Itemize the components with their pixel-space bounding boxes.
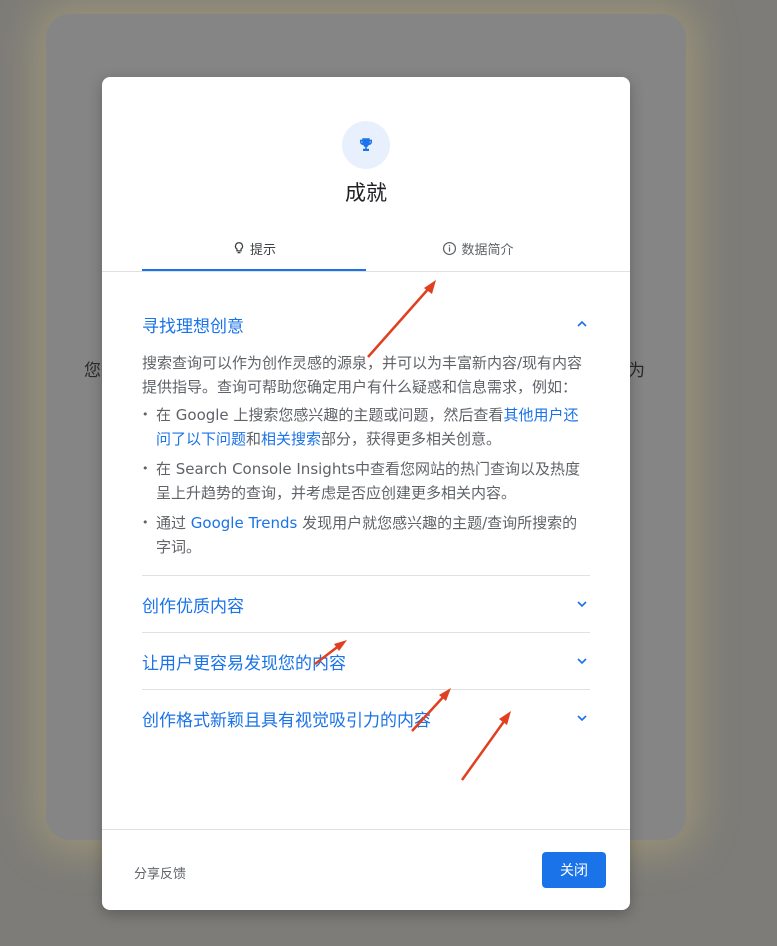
section-header-find-ideas[interactable]: 寻找理想创意 — [142, 305, 590, 343]
info-icon — [443, 241, 457, 255]
text: 和 — [246, 430, 262, 448]
section-title: 让用户更容易发现您的内容 — [142, 653, 346, 674]
section-create-quality[interactable]: 创作优质内容 — [142, 576, 590, 633]
lightbulb-icon — [234, 242, 244, 254]
chevron-down-icon — [577, 715, 587, 722]
google-trends-link[interactable]: Google Trends — [191, 514, 298, 532]
tips-content: 寻找理想创意 搜索查询可以作为创作灵感的源泉，并可以为丰富新内容/现有内容提供指… — [142, 305, 590, 746]
section-body: 搜索查询可以作为创作灵感的源泉，并可以为丰富新内容/现有内容提供指导。查询可帮助… — [142, 351, 590, 559]
tab-bar: 提示 数据简介 — [102, 227, 630, 272]
chevron-down-icon — [577, 658, 587, 665]
list-item: 在 Google 上搜索您感兴趣的主题或问题，然后查看其他用户还问了以下问题和相… — [142, 403, 590, 451]
tab-data-overview[interactable]: 数据简介 — [366, 227, 590, 269]
close-button[interactable]: 关闭 — [542, 852, 606, 888]
background-text-left: 您 — [84, 361, 101, 381]
section-intro: 搜索查询可以作为创作灵感的源泉，并可以为丰富新内容/现有内容提供指导。查询可帮助… — [142, 354, 583, 396]
related-searches-link[interactable]: 相关搜索 — [261, 430, 321, 448]
tab-tips-label: 提示 — [249, 242, 276, 258]
tips-list: 在 Google 上搜索您感兴趣的主题或问题，然后查看其他用户还问了以下问题和相… — [142, 403, 590, 559]
text: 通过 — [156, 514, 191, 532]
achievements-dialog: 成就 提示 数据简介 寻找理想创意 搜索查询可以作为创作灵感的源泉，并可以为丰富… — [102, 77, 630, 910]
section-discoverable[interactable]: 让用户更容易发现您的内容 — [142, 633, 590, 690]
section-header-discoverable[interactable]: 让用户更容易发现您的内容 — [142, 642, 590, 680]
dialog-title: 成就 — [345, 181, 387, 205]
tab-tips[interactable]: 提示 — [142, 227, 366, 271]
section-visual-content[interactable]: 创作格式新颖且具有视觉吸引力的内容 — [142, 690, 590, 746]
trophy-icon — [360, 138, 372, 151]
text: 在 Google 上搜索您感兴趣的主题或问题，然后查看 — [156, 406, 504, 424]
section-title: 寻找理想创意 — [142, 316, 244, 337]
share-feedback-link[interactable]: 分享反馈 — [134, 863, 186, 882]
background-text-right: 为 — [628, 361, 645, 381]
list-item: 在 Search Console Insights中查看您网站的热门查询以及热度… — [142, 457, 590, 505]
chevron-up-icon — [577, 320, 587, 327]
section-find-ideas: 寻找理想创意 搜索查询可以作为创作灵感的源泉，并可以为丰富新内容/现有内容提供指… — [142, 305, 590, 576]
list-item: 通过 Google Trends 发现用户就您感兴趣的主题/查询所搜索的字词。 — [142, 511, 590, 559]
section-header-create-quality[interactable]: 创作优质内容 — [142, 585, 590, 623]
trophy-badge — [342, 121, 390, 169]
chevron-down-icon — [577, 601, 587, 608]
text: 部分，获得更多相关创意。 — [321, 430, 502, 448]
section-title: 创作格式新颖且具有视觉吸引力的内容 — [142, 710, 431, 731]
section-header-visual-content[interactable]: 创作格式新颖且具有视觉吸引力的内容 — [142, 699, 590, 737]
section-title: 创作优质内容 — [142, 596, 244, 617]
tab-data-label: 数据简介 — [461, 242, 514, 258]
dialog-footer: 分享反馈 关闭 — [102, 829, 630, 910]
text: 在 Search Console Insights中查看您网站的热门查询以及热度… — [156, 460, 581, 502]
